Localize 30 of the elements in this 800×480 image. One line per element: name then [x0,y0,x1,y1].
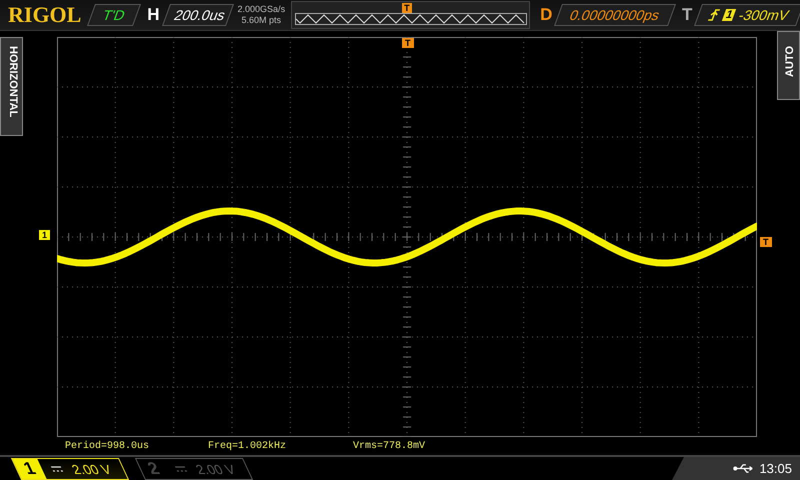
run-status: T'D [87,4,142,26]
rising-edge-icon [707,8,722,22]
delay-label: D [540,5,552,25]
channel-scale: 2.00 V [192,462,238,476]
auto-menu-tab[interactable]: AUTO [777,31,800,100]
measurement-readout: Freq=1.002kHz [208,441,288,454]
channel-number: 1 [12,459,48,479]
channel-marker: 1 [39,230,50,240]
delay-value: 0.00000000ps [554,4,676,26]
measurement-readout: Vrms=778.8mV [353,441,426,454]
sample-rate: 2.000GSa/s [238,4,286,15]
dc-coupling-icon [51,466,64,472]
trigger-position-marker: T [402,38,414,48]
timebase-value: 200.0us [162,4,234,26]
trigger-position-marker: T [402,3,412,13]
channel-tab[interactable]: 1 2.00 V [10,458,130,480]
measurement-readout: Period=998.0us [65,441,150,454]
memory-depth: 5.60M pts [242,15,282,26]
trigger-level: -300mV [736,7,792,23]
horizontal-label: H [147,5,160,25]
channel-number: 2 [143,459,164,479]
channel-scale: 2.00 V [68,462,114,476]
trigger-label: T [682,5,692,25]
trigger-level-marker: T [760,237,772,247]
clock-time: 13:05 [759,461,792,476]
horizontal-menu-tab[interactable]: HORIZONTAL [0,37,23,136]
brand-logo: RIGOL [7,2,82,28]
trigger-source: 1 [722,9,737,21]
dc-coupling-icon [175,466,188,472]
usb-icon [733,463,756,474]
